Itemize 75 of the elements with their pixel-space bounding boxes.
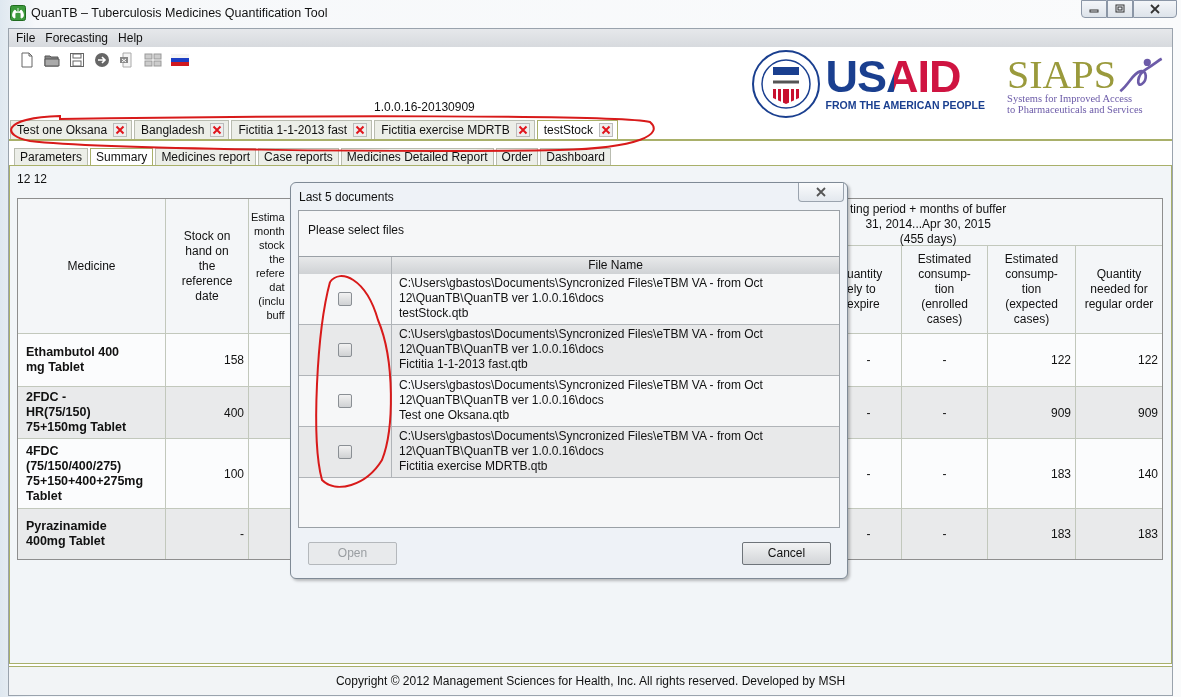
close-icon[interactable] (599, 123, 613, 137)
table-cell: 909 (1076, 387, 1162, 438)
table-cell: 909 (988, 387, 1075, 438)
table-cell: - (902, 439, 987, 508)
column-header: Estima month stock the refere dat (inclu buff (251, 210, 285, 322)
menu-item[interactable]: Help (118, 31, 143, 45)
spreadsheet-icon[interactable] (119, 51, 135, 68)
medicine-cell: Ethambutol 400 mg Tablet (18, 334, 165, 386)
table-cell: 158 (166, 334, 248, 386)
save-icon[interactable] (69, 51, 85, 68)
close-icon[interactable] (353, 123, 368, 137)
table-cell: 140 (1076, 439, 1162, 508)
table-cell: 183 (1076, 509, 1162, 559)
table-cell: 100 (166, 439, 248, 508)
document-tab[interactable]: Test one Oksana (10, 120, 133, 139)
arrow-circle-icon[interactable] (94, 51, 110, 68)
checkbox[interactable] (338, 292, 352, 306)
lungs-icon (10, 5, 26, 21)
file-path[interactable]: C:\Users\gbastos\Documents\Syncronized Files\eTBM VA - from Oct 12\QuanTB\QuanTB ver 1.0.0.16\docs Test one Oksana.qtb (392, 376, 770, 426)
table-cell: - (166, 509, 248, 559)
table-cell: 122 (988, 334, 1075, 386)
document-tab[interactable]: Fictitia 1-1-2013 fast (231, 120, 373, 139)
restore-icon (1114, 4, 1126, 14)
column-header: Stock on hand on the reference date (166, 199, 248, 333)
checkbox[interactable] (338, 343, 352, 357)
column-header: Quantity needed for regular order (1076, 246, 1162, 333)
close-icon (815, 187, 827, 197)
medicine-cell: 2FDC - HR(75/150) 75+150mg Tablet (18, 387, 165, 438)
copyright-text: Copyright © 2012 Management Sciences for Health, Inc. All rights reserved. Developed by MSH (335, 674, 846, 688)
menu-item[interactable]: File (16, 31, 36, 45)
table-cell: 183 (988, 509, 1075, 559)
grid-icon[interactable] (144, 52, 162, 67)
close-icon[interactable] (210, 123, 225, 137)
column-header: Estimated consump- tion (expected cases) (988, 246, 1075, 333)
checkbox[interactable] (338, 394, 352, 408)
table-cell: - (902, 509, 987, 559)
report-tab[interactable]: Dashboard (540, 148, 611, 165)
document-tab[interactable]: Fictitia exercise MDRTB (374, 120, 535, 139)
column-header: File Name (587, 257, 644, 274)
minimize-button[interactable] (1081, 0, 1107, 18)
medicine-cell: Pyrazinamide 400mg Tablet (18, 509, 165, 559)
column-header: Medicine (18, 199, 165, 333)
file-path[interactable]: C:\Users\gbastos\Documents\Syncronized Files\eTBM VA - from Oct 12\QuanTB\QuanTB ver 1.0.0.16\docs testStock.qtb (392, 274, 770, 324)
report-tab[interactable]: Parameters (14, 148, 89, 165)
close-icon (1149, 4, 1161, 14)
group-header: ting period + months of buffer 31, 2014...Apr 30, 2015 (455 days) (850, 202, 1007, 247)
summary-heading: 12 12 (17, 171, 49, 188)
logo-tagline: FROM THE AMERICAN PEOPLE (825, 99, 986, 111)
document-tab[interactable]: Bangladesh (134, 120, 230, 139)
medicine-cell: 4FDC (75/150/400/275) 75+150+400+275mg Tablet (18, 439, 165, 508)
flag-icon[interactable] (171, 53, 189, 66)
table-cell: 122 (1076, 334, 1162, 386)
seal-icon (750, 49, 821, 119)
version-label: 1.0.0.16-20130909 (374, 100, 476, 114)
checkbox[interactable] (338, 445, 352, 459)
dialog-button[interactable]: Cancel (742, 541, 831, 565)
menu-item[interactable]: Forecasting (45, 31, 109, 45)
logo-wordmark: SIAPS (1007, 57, 1116, 93)
table-cell: 400 (166, 387, 248, 438)
close-button[interactable] (1133, 0, 1177, 18)
window-title: QuanTB – Tuberculosis Medicines Quantification Tool (31, 6, 328, 20)
table-cell: - (902, 334, 987, 386)
new-file-icon[interactable] (19, 51, 35, 68)
table-cell: - (902, 387, 987, 438)
dialog-title: Last 5 documents (299, 189, 394, 204)
logo-tagline: Systems for Improved Access to Pharmaceuticals and Services (1007, 93, 1144, 115)
column-header: Estimated consump- tion (enrolled cases) (902, 246, 987, 333)
close-icon[interactable] (515, 123, 530, 137)
close-icon[interactable] (113, 123, 128, 137)
document-tab[interactable]: testStock (536, 120, 618, 139)
prompt-text: Please select files (307, 222, 406, 239)
report-tab[interactable]: Summary (90, 148, 154, 165)
maximize-button[interactable] (1107, 0, 1133, 18)
table-cell: 183 (988, 439, 1075, 508)
close-button[interactable] (798, 183, 844, 202)
